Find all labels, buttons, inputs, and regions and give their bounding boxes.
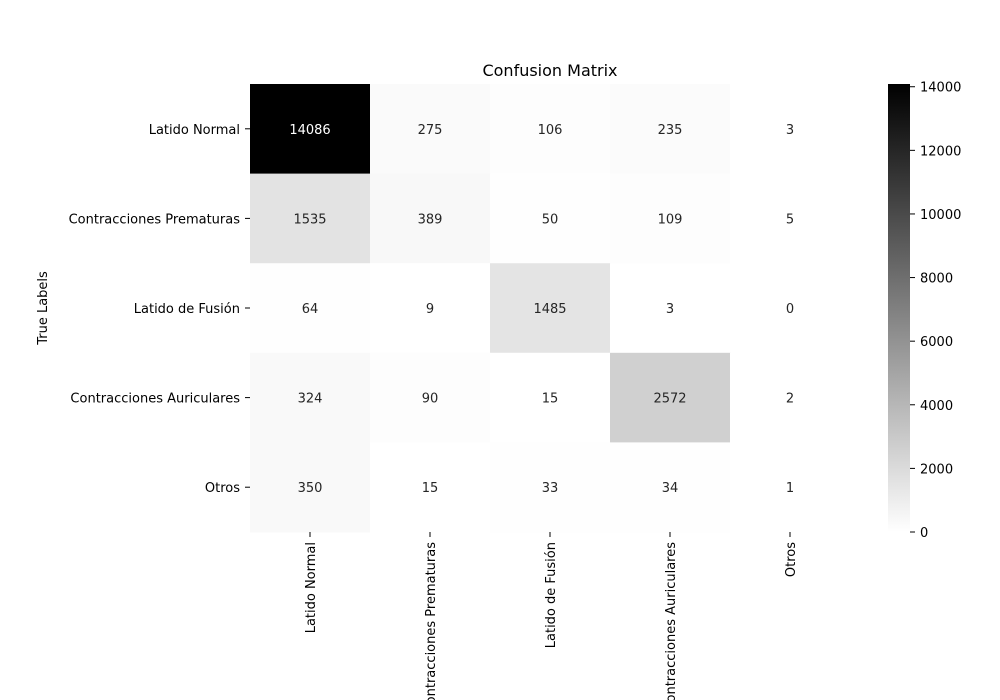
colorbar-tick-label: 0 [920,526,928,541]
colorbar-gradient [888,84,910,532]
colorbar-tick-label: 10000 [920,208,961,223]
cell-value-label: 15 [542,392,559,407]
cell-value-label: 109 [658,212,683,227]
cell-value-label: 275 [418,123,443,138]
colorbar-tick-label: 4000 [920,399,953,414]
cell-value-label: 34 [662,481,679,496]
cell-value-label: 106 [538,123,563,138]
x-tick-label: Otros [784,542,799,577]
cell-value-label: 2572 [653,392,686,407]
cell-value-label: 324 [298,392,323,407]
x-tick-label: Contracciones Auriculares [664,542,679,700]
y-tick-label: Contracciones Prematuras [69,212,241,227]
cell-value-label: 1 [786,481,794,496]
y-axis-ticks: Latido Normal Contracciones Prematuras Lat… [69,123,250,496]
cell-value-label: 235 [658,123,683,138]
colorbar: 0 2000 4000 6000 8000 10000 12000 14000 [888,81,961,541]
cell-value-label: 50 [542,212,559,227]
cell-value-label: 1535 [293,212,326,227]
confusion-matrix-chart: Confusion Matrix True Labels 14086 275 106… [36,61,961,700]
cell-value-label: 64 [302,302,319,317]
y-tick-label: Otros [205,481,240,496]
y-tick-label: Latido Normal [149,123,240,138]
chart-title: Confusion Matrix [482,61,617,80]
colorbar-tick-label: 2000 [920,462,953,477]
colorbar-tick-label: 6000 [920,335,953,350]
colorbar-tick-label: 8000 [920,272,953,287]
cell-value-label: 9 [426,302,434,317]
cell-value-label: 3 [666,302,674,317]
x-tick-label: Latido Normal [304,542,319,633]
colorbar-tick-label: 12000 [920,144,961,159]
cell-value-label: 33 [542,481,559,496]
cell-value-label: 90 [422,392,439,407]
cell-value-label: 389 [418,212,443,227]
x-tick-label: Contracciones Prematuras [424,542,439,700]
heatmap-cells: 14086 275 106 235 3 1535 389 50 109 5 64 9 1485 3 0 324… [250,84,851,533]
x-axis-ticks: Latido Normal Contracciones Prematuras Lat… [304,532,799,700]
cell-value-label: 14086 [289,123,330,138]
cell-value-label: 5 [786,212,794,227]
cell-value-label: 0 [786,302,794,317]
x-tick-label: Latido de Fusión [544,542,559,648]
cell-value-label: 3 [786,123,794,138]
cell-value-label: 350 [298,481,323,496]
y-tick-label: Contracciones Auriculares [70,392,240,407]
colorbar-tick-label: 14000 [920,81,961,96]
cell-value-label: 1485 [533,302,566,317]
y-tick-label: Latido de Fusión [134,302,240,317]
cell-value-label: 15 [422,481,439,496]
y-axis-label: True Labels [36,271,51,346]
cell-value-label: 2 [786,392,794,407]
